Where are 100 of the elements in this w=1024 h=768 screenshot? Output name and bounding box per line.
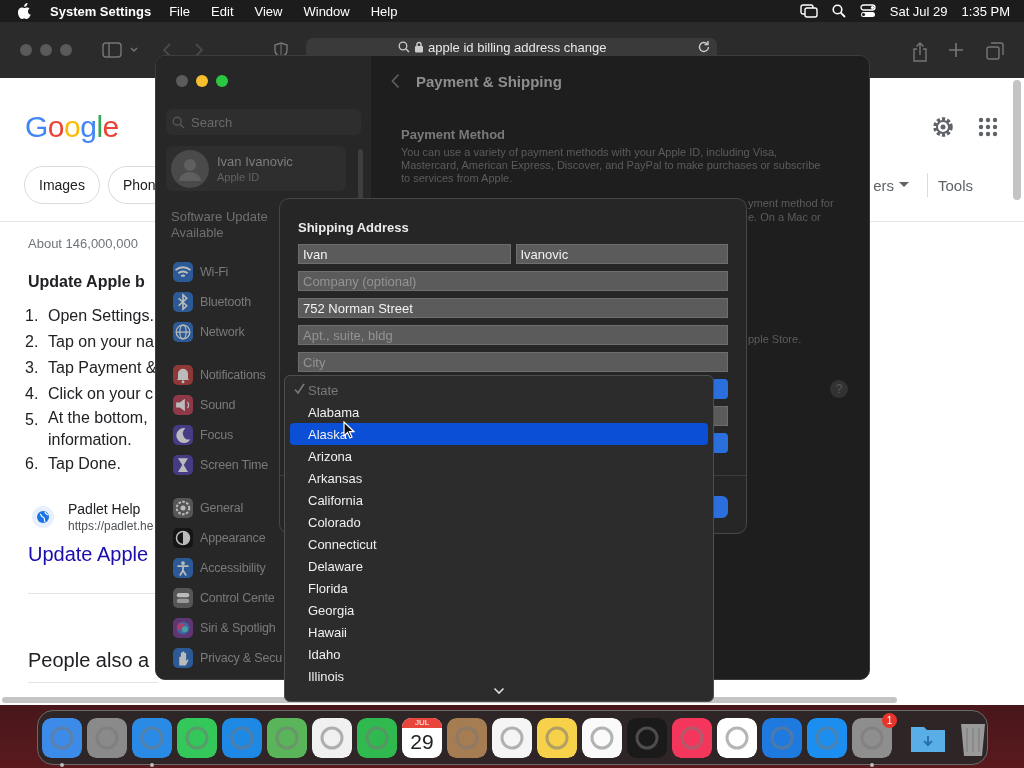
menu-item[interactable]: View	[254, 3, 283, 19]
search-icon	[172, 115, 185, 129]
app-icon[interactable]	[717, 717, 757, 758]
text-field[interactable]: Ivanovic	[515, 244, 728, 264]
menu-bar-time[interactable]: 1:35 PM	[961, 3, 1010, 19]
menu-item[interactable]: Help	[370, 3, 398, 19]
menu-item[interactable]: Hawaii	[290, 621, 708, 643]
address-text: apple id billing address change	[428, 41, 607, 54]
search-icon	[398, 41, 410, 53]
menu-item[interactable]: California	[290, 489, 708, 511]
menu-item[interactable]: Idaho	[290, 643, 708, 665]
text-field[interactable]: Company (optional)	[298, 271, 728, 291]
notification-badge: 1	[882, 712, 897, 728]
app-icon[interactable]	[492, 717, 532, 758]
account-name: Ivan Ivanovic	[217, 153, 293, 170]
logo[interactable]: Google	[25, 112, 119, 142]
tools-link[interactable]: Tools	[937, 176, 973, 194]
description-text: e. On a Mac or	[748, 210, 822, 224]
shield-icon[interactable]	[274, 42, 288, 58]
step-text: At the bottom,	[48, 408, 148, 428]
back-icon[interactable]	[391, 73, 400, 89]
menu-item[interactable]: Connecticut	[290, 533, 708, 555]
step-text: information.	[48, 430, 133, 450]
step-number: 4.	[25, 384, 40, 404]
app-icon[interactable]	[267, 717, 307, 758]
sidebar-item[interactable]: General	[200, 501, 244, 515]
calendar-app-icon[interactable]: JUL 29	[402, 717, 442, 758]
caret-icon	[898, 182, 909, 188]
section-heading: People also a	[28, 648, 151, 673]
search-placeholder: Search	[191, 114, 233, 130]
text-field[interactable]: Ivan	[298, 244, 511, 264]
address-bar[interactable]: apple id billing address change	[306, 38, 717, 55]
text-field[interactable]: 752 Norman Street	[298, 298, 728, 318]
menu-item[interactable]: Georgia	[290, 599, 708, 621]
app-icon[interactable]	[537, 717, 577, 758]
menu-item[interactable]: Florida	[290, 577, 708, 599]
menu-item[interactable]: Window	[303, 3, 350, 19]
app-icon[interactable]	[357, 717, 397, 758]
step-text: Tap on your na	[48, 332, 154, 352]
sidebar-item[interactable]: Focus	[200, 428, 234, 442]
minimize-button[interactable]	[196, 75, 208, 87]
description-text: yment method for	[748, 196, 834, 210]
close-button[interactable]	[176, 75, 188, 87]
sidebar-item[interactable]: Siri & Spotligh	[200, 621, 276, 635]
step-text: Tap Payment &	[48, 358, 157, 378]
filter-chip[interactable]: Images	[24, 166, 100, 204]
step-text: Click on your c	[48, 384, 153, 404]
tabs-icon[interactable]	[986, 42, 1004, 60]
description-text: pple Store.	[748, 332, 802, 346]
sidebar-item[interactable]: Screen Time	[200, 458, 268, 472]
result-count: About 146,000,000	[28, 236, 139, 252]
avatar-icon	[171, 149, 209, 188]
menu-item[interactable]: Arkansas	[290, 467, 708, 489]
plus-icon[interactable]	[948, 42, 964, 58]
app-icon[interactable]	[582, 717, 622, 758]
scroll-thumb[interactable]	[1013, 80, 1021, 200]
sidebar-item[interactable]: Bluetooth	[200, 295, 252, 309]
app-menu[interactable]: System Settings	[50, 3, 152, 19]
menu-item[interactable]: Edit	[211, 3, 234, 19]
sidebar-icon[interactable]	[102, 42, 122, 58]
text-field[interactable]: City	[298, 352, 728, 372]
text-field[interactable]: Apt., suite, bldg	[298, 325, 728, 345]
menu-bar-date[interactable]: Sat Jul 29	[889, 3, 948, 19]
menu-item[interactable]: Alabama	[290, 401, 708, 423]
result-link[interactable]: Update Apple	[28, 542, 155, 566]
scroll-thumb[interactable]	[358, 149, 363, 201]
menu-item[interactable]: Illinois	[290, 665, 708, 687]
filter-chip[interactable]: Phon	[107, 166, 156, 204]
apple-logo-icon[interactable]	[18, 3, 32, 19]
share-icon[interactable]	[912, 42, 928, 62]
search-icon[interactable]	[831, 4, 846, 18]
filters-menu[interactable]: ers	[873, 176, 894, 194]
sidebar-item[interactable]: Sound	[200, 398, 236, 412]
control-center-icon[interactable]	[859, 4, 876, 18]
menu-item[interactable]: Delaware	[290, 555, 708, 577]
globe-icon	[32, 506, 54, 528]
sidebar-item[interactable]: Network	[200, 325, 245, 339]
calendar-day: 29	[410, 727, 434, 756]
step-text: Tap Done.	[48, 454, 121, 474]
page-title: Payment & Shipping	[416, 72, 562, 90]
step-text: Open Settings.	[48, 306, 154, 326]
app-icon[interactable]	[177, 717, 217, 758]
apps-grid-icon[interactable]	[978, 117, 998, 137]
app-icon[interactable]	[312, 717, 352, 758]
sidebar-item[interactable]: Privacy & Secu	[200, 651, 282, 665]
zoom-button[interactable]	[216, 75, 228, 87]
menu-item[interactable]: Alaska	[290, 423, 708, 445]
sidebar-item[interactable]: Accessibility	[200, 561, 266, 575]
menu-item[interactable]: Colorado	[290, 511, 708, 533]
sidebar-item[interactable]: Control Cente	[200, 591, 275, 605]
sidebar-item[interactable]: Notifications	[200, 368, 266, 382]
menu-item[interactable]: Arizona	[290, 445, 708, 467]
step-number: 6.	[25, 454, 40, 474]
screen-mirroring-icon[interactable]	[799, 4, 818, 18]
sheet-title: Shipping Address	[298, 219, 410, 237]
menu-item[interactable]: File	[169, 3, 191, 19]
sidebar-item[interactable]: Appearance	[200, 531, 266, 545]
reload-icon[interactable]	[697, 40, 711, 54]
source-url[interactable]: https://padlet.he	[68, 518, 154, 534]
settings-icon[interactable]	[931, 115, 955, 139]
